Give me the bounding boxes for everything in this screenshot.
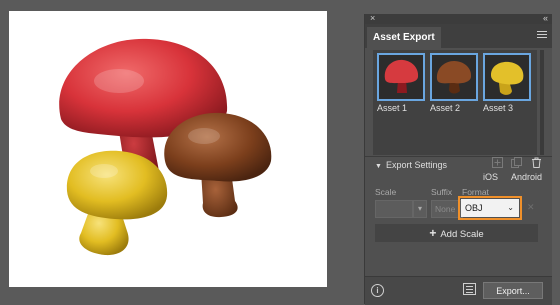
divider: [365, 156, 552, 157]
scale-input[interactable]: [375, 200, 413, 218]
asset-item-3[interactable]: Asset 3: [483, 53, 531, 113]
trash-icon[interactable]: [531, 157, 542, 168]
add-icon[interactable]: [492, 157, 503, 168]
android-button[interactable]: Android: [511, 172, 542, 182]
assets-scrollbar[interactable]: [540, 50, 544, 155]
export-button[interactable]: Export...: [483, 282, 543, 299]
assets-grid[interactable]: Asset 1 Asset 2 Asset 3: [373, 50, 537, 155]
ios-button[interactable]: iOS: [483, 172, 498, 182]
brown-mushroom[interactable]: [164, 112, 272, 218]
yellow-mushroom[interactable]: [66, 150, 168, 256]
asset-thumbnail[interactable]: [377, 53, 425, 101]
disclosure-triangle-icon[interactable]: ▼: [375, 163, 382, 170]
artboard[interactable]: [9, 11, 327, 287]
chevron-down-icon: ⌄: [507, 203, 514, 212]
info-icon[interactable]: i: [371, 284, 384, 297]
duplicate-icon[interactable]: [511, 157, 522, 168]
asset-thumbnail[interactable]: [430, 53, 478, 101]
remove-row-icon[interactable]: ✕: [527, 202, 535, 213]
panel-footer: i Export...: [365, 276, 552, 305]
asset-item-2[interactable]: Asset 2: [430, 53, 478, 113]
asset-item-1[interactable]: Asset 1: [377, 53, 425, 113]
asset-thumbnail[interactable]: [483, 53, 531, 101]
close-icon[interactable]: ×: [370, 13, 375, 23]
export-settings-header[interactable]: ▼ Export Settings: [375, 160, 447, 170]
scale-dropdown[interactable]: ▾: [413, 200, 427, 218]
artwork[interactable]: [9, 11, 327, 287]
plus-icon: +: [429, 226, 437, 240]
asset-label[interactable]: Asset 3: [483, 103, 531, 113]
panel-topbar: × «: [365, 13, 552, 24]
format-dropdown[interactable]: OBJ ⌄: [461, 199, 519, 217]
scale-column-label: Scale: [375, 187, 397, 197]
panel-tabbar: Asset Export: [365, 24, 552, 48]
export-settings-title: Export Settings: [385, 160, 447, 170]
asset-export-panel: × « Asset Export Asset 1 Asset 2 Asset 3…: [364, 13, 552, 305]
panel-menu-icon[interactable]: [537, 31, 547, 40]
canvas-area[interactable]: [0, 0, 352, 304]
list-icon[interactable]: [463, 283, 476, 295]
add-scale-label: Add Scale: [440, 229, 484, 240]
format-value: OBJ: [465, 203, 483, 213]
suffix-column-label: Suffix: [431, 187, 453, 197]
chevron-down-icon: ▾: [417, 204, 422, 213]
asset-label[interactable]: Asset 2: [430, 103, 478, 113]
add-scale-button[interactable]: + Add Scale: [375, 224, 538, 242]
tab-asset-export[interactable]: Asset Export: [367, 27, 441, 48]
asset-label[interactable]: Asset 1: [377, 103, 425, 113]
collapse-icon[interactable]: «: [543, 13, 548, 23]
